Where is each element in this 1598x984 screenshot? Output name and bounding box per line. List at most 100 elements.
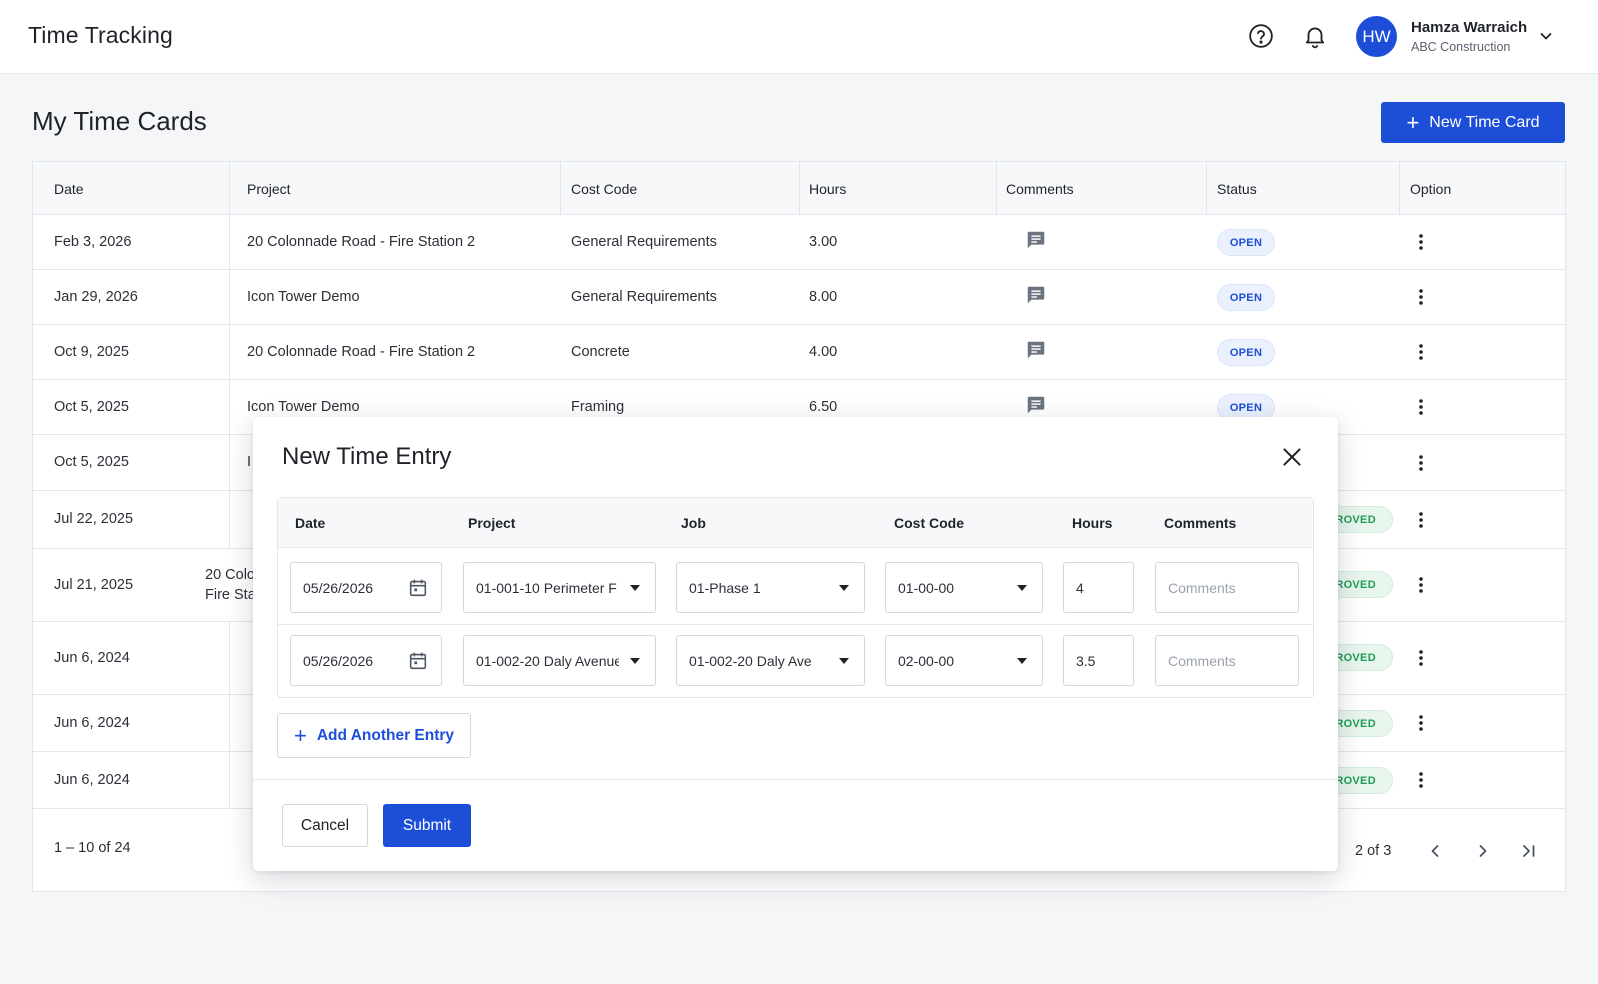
col-header-project[interactable]: Project (247, 181, 291, 197)
job-select[interactable]: 01-002-20 Daly Ave (676, 635, 865, 686)
plus-icon: + (293, 722, 307, 748)
row-date: Jan 29, 2026 (54, 289, 138, 305)
row-date: Jun 6, 2024 (54, 650, 130, 666)
column-divider (996, 162, 997, 215)
more-options-icon[interactable] (1411, 770, 1431, 790)
cost-code-select[interactable]: 02-00-00 (885, 635, 1043, 686)
comment-icon[interactable] (1025, 284, 1047, 306)
row-date: Jul 22, 2025 (54, 511, 134, 527)
more-options-icon[interactable] (1411, 575, 1431, 595)
close-icon[interactable] (1279, 444, 1305, 470)
help-icon[interactable] (1248, 23, 1274, 49)
submit-button[interactable]: Submit (383, 804, 471, 847)
hours-value: 3.5 (1076, 652, 1096, 669)
add-another-entry-button[interactable]: + Add Another Entry (277, 713, 471, 758)
more-options-icon[interactable] (1411, 232, 1431, 252)
calendar-icon[interactable] (407, 650, 429, 672)
calendar-icon[interactable] (407, 577, 429, 599)
caret-down-icon (1017, 585, 1027, 591)
column-divider (799, 162, 800, 215)
row-date: Feb 3, 2026 (54, 234, 132, 250)
row-project: 20 Colonnade Road - Fire Station 2 (247, 234, 476, 250)
date-field[interactable]: 05/26/2026 (290, 562, 442, 613)
chevron-right-icon[interactable] (1472, 840, 1494, 862)
avatar[interactable]: HW (1356, 16, 1397, 57)
col-header-cost-code[interactable]: Cost Code (571, 181, 637, 197)
row-cost-code: Framing (571, 399, 625, 415)
comment-icon[interactable] (1025, 339, 1047, 361)
new-time-card-label: New Time Card (1429, 113, 1540, 131)
caret-down-icon (839, 658, 849, 664)
row-hours: 4.00 (809, 344, 838, 360)
chevron-down-icon[interactable] (1538, 28, 1554, 44)
more-options-icon[interactable] (1411, 287, 1431, 307)
pagination-page: 2 of 3 (1355, 843, 1392, 859)
job-select[interactable]: 01-Phase 1 (676, 562, 865, 613)
comment-icon[interactable] (1025, 229, 1047, 251)
row-date: Oct 9, 2025 (54, 344, 129, 360)
more-options-icon[interactable] (1411, 397, 1431, 417)
comment-icon[interactable] (1025, 394, 1047, 416)
col-header-hours[interactable]: Hours (809, 181, 846, 197)
col-header-status[interactable]: Status (1217, 181, 1257, 197)
status-badge: OPEN (1217, 339, 1275, 366)
row-project: I (247, 454, 252, 470)
comments-input[interactable]: Comments (1155, 562, 1299, 613)
row-project: Icon Tower Demo (247, 289, 360, 305)
new-time-card-button[interactable]: + New Time Card (1381, 102, 1565, 143)
row-hours: 8.00 (809, 289, 838, 305)
plus-icon: + (1406, 109, 1420, 135)
cost-code-value: 01-00-00 (898, 579, 955, 596)
more-options-icon[interactable] (1411, 342, 1431, 362)
more-options-icon[interactable] (1411, 453, 1431, 473)
cost-code-select[interactable]: 01-00-00 (885, 562, 1043, 613)
row-divider (278, 624, 1313, 625)
col-header-comments[interactable]: Comments (1006, 181, 1074, 197)
hours-value: 4 (1076, 579, 1084, 596)
row-project-line1: 20 Colc (205, 567, 255, 583)
column-divider (1399, 162, 1400, 215)
cell-bg (183, 549, 230, 621)
caret-down-icon (839, 585, 849, 591)
project-value: 01-001-10 Perimeter F (476, 579, 617, 596)
last-page-icon[interactable] (1518, 840, 1540, 862)
project-select[interactable]: 01-001-10 Perimeter F (463, 562, 656, 613)
row-date: Jul 21, 2025 (54, 577, 134, 593)
more-options-icon[interactable] (1411, 648, 1431, 668)
row-date: Oct 5, 2025 (54, 399, 129, 415)
top-bar: Time Tracking HW Hamza Warraich ABC Cons… (0, 0, 1598, 74)
row-hours: 3.00 (809, 234, 838, 250)
date-field[interactable]: 05/26/2026 (290, 635, 442, 686)
comments-placeholder: Comments (1168, 652, 1236, 669)
hours-input[interactable]: 4 (1063, 562, 1134, 613)
entry-col-project: Project (468, 515, 516, 531)
row-hours: 6.50 (809, 399, 838, 415)
bell-icon[interactable] (1302, 23, 1328, 49)
comments-placeholder: Comments (1168, 579, 1236, 596)
hours-input[interactable]: 3.5 (1063, 635, 1134, 686)
table-row[interactable]: Feb 3, 2026 20 Colonnade Road - Fire Sta… (33, 215, 1565, 270)
add-entry-label: Add Another Entry (316, 726, 455, 744)
project-select[interactable]: 01-002-20 Daly Avenue (463, 635, 656, 686)
more-options-icon[interactable] (1411, 713, 1431, 733)
cancel-button[interactable]: Cancel (282, 804, 368, 847)
chevron-left-icon[interactable] (1424, 840, 1446, 862)
caret-down-icon (630, 658, 640, 664)
col-header-date[interactable]: Date (54, 181, 84, 197)
more-options-icon[interactable] (1411, 510, 1431, 530)
caret-down-icon (630, 585, 640, 591)
page-title: My Time Cards (32, 106, 207, 136)
row-date: Jun 6, 2024 (54, 715, 130, 731)
table-row[interactable]: Oct 9, 2025 20 Colonnade Road - Fire Sta… (33, 325, 1565, 380)
entry-col-job: Job (681, 515, 706, 531)
project-value: 01-002-20 Daly Avenue (476, 652, 619, 669)
job-value: 01-002-20 Daly Ave (689, 652, 812, 669)
row-date: Oct 5, 2025 (54, 454, 129, 470)
comments-input[interactable]: Comments (1155, 635, 1299, 686)
entry-col-date: Date (295, 515, 326, 531)
user-name[interactable]: Hamza Warraich (1411, 19, 1527, 36)
entry-grid: Date Project Job Cost Code Hours Comment… (277, 497, 1314, 698)
table-row[interactable]: Jan 29, 2026 Icon Tower Demo General Req… (33, 270, 1565, 325)
entry-col-comments: Comments (1164, 515, 1237, 531)
pagination-range: 1 – 10 of 24 (54, 840, 131, 856)
